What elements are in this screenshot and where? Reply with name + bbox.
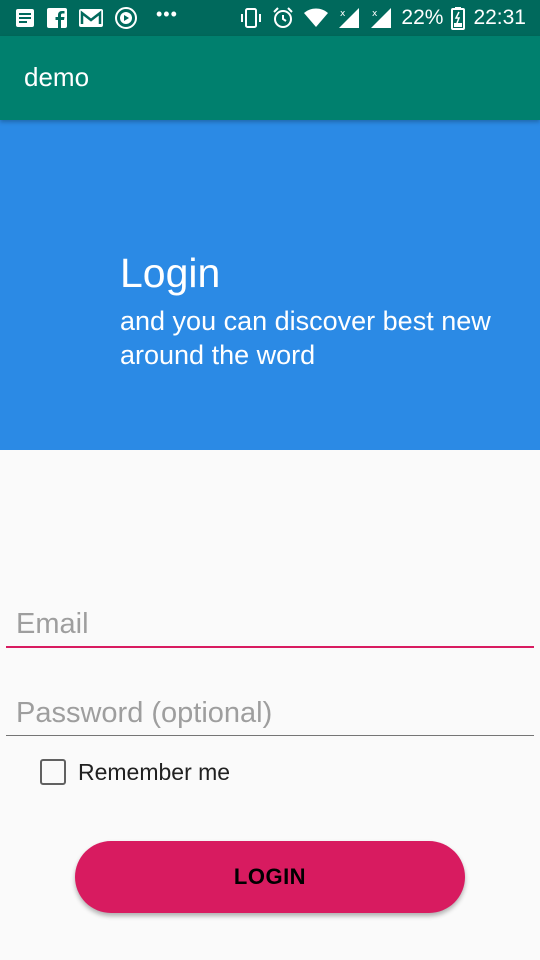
battery-icon xyxy=(451,6,466,30)
login-button[interactable]: LOGIN xyxy=(75,841,465,913)
gmail-icon xyxy=(78,7,104,29)
media-icon xyxy=(114,7,138,29)
wifi-icon xyxy=(303,7,329,29)
svg-text:x: x xyxy=(372,9,378,19)
email-field[interactable] xyxy=(6,602,534,648)
remember-me-label[interactable]: Remember me xyxy=(78,759,230,786)
password-field-container xyxy=(6,692,534,736)
hero-subtitle: and you can discover best new around the… xyxy=(120,306,491,370)
vibrate-icon xyxy=(239,6,263,30)
email-field-container xyxy=(6,602,534,648)
facebook-icon xyxy=(46,7,68,29)
svg-text:x: x xyxy=(340,9,346,19)
login-hero-banner: Login and you can discover best new arou… xyxy=(0,120,540,450)
signal-icon: x xyxy=(337,6,361,30)
more-dots-icon: ••• xyxy=(156,4,178,24)
app-bar: demo xyxy=(0,36,540,120)
hero-title: Login xyxy=(120,250,221,296)
status-time: 22:31 xyxy=(473,6,526,29)
battery-percent: 22% xyxy=(401,6,444,29)
notes-icon xyxy=(14,7,36,29)
status-bar-notifications: ••• xyxy=(14,4,178,30)
remember-me-row[interactable]: Remember me xyxy=(40,758,230,786)
remember-me-checkbox[interactable] xyxy=(40,759,66,785)
status-bar-system: x x 22% 22:31 xyxy=(239,5,526,31)
app-screen: ••• x x 22% 22:31 demo Login and you can… xyxy=(0,0,540,960)
app-title: demo xyxy=(24,62,90,92)
signal-icon-2: x xyxy=(369,6,393,30)
alarm-icon xyxy=(271,6,295,30)
password-field[interactable] xyxy=(6,692,534,736)
status-bar: ••• x x 22% 22:31 xyxy=(0,0,540,36)
